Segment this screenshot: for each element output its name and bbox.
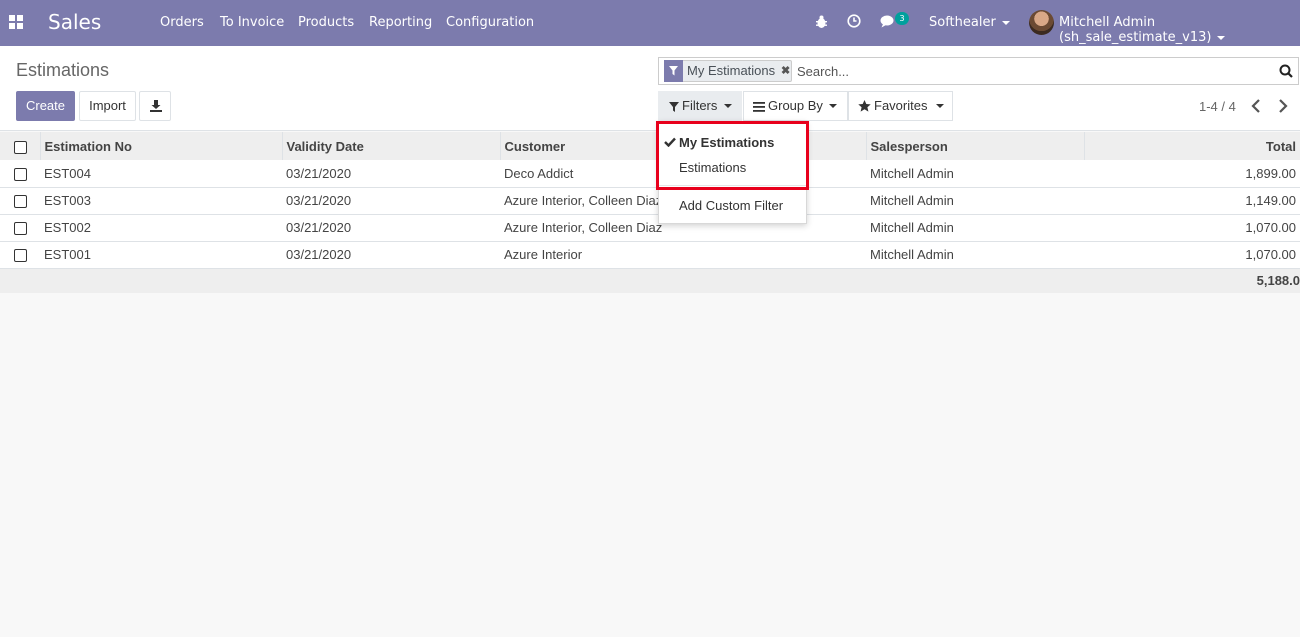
cell-validity-date: 03/21/2020 (286, 193, 352, 208)
download-icon (150, 100, 162, 112)
create-button[interactable]: Create (16, 91, 75, 121)
select-all-checkbox[interactable] (0, 132, 41, 160)
bug-icon[interactable] (815, 15, 828, 29)
star-icon (858, 100, 871, 112)
list-icon (753, 102, 765, 112)
filter-icon (669, 102, 679, 112)
menu-reporting[interactable]: Reporting (369, 15, 432, 30)
chevron-right-icon[interactable] (1278, 99, 1288, 113)
column-validity-date[interactable]: Validity Date (282, 132, 501, 160)
cell-customer: Azure Interior (504, 247, 583, 262)
cell-estimation-no: EST004 (44, 165, 91, 181)
clock-icon[interactable] (847, 14, 861, 28)
menu-to-invoice[interactable]: To Invoice (220, 15, 284, 30)
row-checkbox[interactable] (0, 241, 40, 268)
chevron-down-icon (1217, 35, 1226, 40)
chevron-left-icon[interactable] (1251, 99, 1261, 113)
favorites-dropdown-toggle[interactable]: Favorites (848, 91, 953, 121)
avatar[interactable] (1029, 10, 1054, 35)
estimations-table: Estimation No Validity Date Customer Sal… (0, 132, 1300, 293)
import-button[interactable]: Import (79, 91, 136, 121)
cell-total: 1,070.00 (1245, 220, 1296, 235)
filter-icon (664, 60, 683, 82)
app-name[interactable]: Sales (48, 10, 101, 34)
user-name: Mitchell Admin (sh_sale_estimate_v13) (1059, 15, 1212, 45)
menu-orders[interactable]: Orders (160, 15, 204, 30)
add-custom-filter[interactable]: Add Custom Filter (679, 198, 783, 213)
column-salesperson[interactable]: Salesperson (866, 132, 1085, 160)
company-switcher[interactable]: Softhealer (929, 15, 1010, 30)
table-row[interactable]: EST002 03/21/2020 Azure Interior, Collee… (0, 214, 1300, 241)
page-title: Estimations (16, 60, 110, 80)
row-checkbox[interactable] (0, 214, 40, 241)
annotation-highlight-box (656, 121, 809, 190)
cell-estimation-no: EST002 (44, 220, 91, 235)
row-checkbox[interactable] (0, 187, 40, 214)
footer-total: 5,188.0 (1256, 273, 1300, 289)
cell-total: 1,149.00 (1245, 193, 1296, 208)
cell-salesperson: Mitchell Admin (870, 165, 954, 181)
table-row[interactable]: EST003 03/21/2020 Azure Interior, Collee… (0, 187, 1300, 214)
table-row[interactable]: EST004 03/21/2020 Deco Addict Mitchell A… (0, 160, 1300, 187)
pager-value[interactable]: 1-4 / 4 (1199, 99, 1236, 114)
groupby-dropdown-toggle[interactable]: Group By (743, 91, 848, 121)
top-navbar: Sales Orders To Invoice Products Reporti… (0, 0, 1300, 46)
favorites-label: Favorites (874, 98, 928, 113)
menu-products[interactable]: Products (298, 15, 354, 30)
filters-dropdown-toggle[interactable]: Filters (658, 91, 742, 121)
cell-validity-date: 03/21/2020 (286, 220, 352, 235)
search-facet[interactable]: My Estimations ✖ (664, 60, 792, 82)
apps-grid-icon[interactable] (9, 15, 23, 29)
search-bar[interactable]: My Estimations ✖ (658, 57, 1299, 85)
column-estimation-no[interactable]: Estimation No (40, 132, 283, 160)
cell-validity-date: 03/21/2020 (286, 247, 352, 262)
table-row[interactable]: EST001 03/21/2020 Azure Interior Mitchel… (0, 241, 1300, 268)
cell-total: 1,899.00 (1245, 165, 1296, 181)
user-menu[interactable]: Mitchell Admin (sh_sale_estimate_v13) (1059, 15, 1300, 45)
table-header-row: Estimation No Validity Date Customer Sal… (0, 132, 1300, 160)
column-total[interactable]: Total (1084, 132, 1300, 160)
menu-configuration[interactable]: Configuration (446, 15, 534, 30)
company-name: Softhealer (929, 15, 996, 30)
search-input[interactable] (797, 61, 1267, 81)
chevron-down-icon (936, 104, 944, 108)
download-button[interactable] (139, 91, 171, 121)
close-icon[interactable]: ✖ (781, 61, 790, 81)
chevron-down-icon (1001, 20, 1010, 25)
cell-estimation-no: EST001 (44, 247, 91, 262)
cell-salesperson: Mitchell Admin (870, 193, 954, 208)
cell-salesperson: Mitchell Admin (870, 220, 954, 235)
cell-validity-date: 03/21/2020 (286, 165, 352, 181)
facet-label: My Estimations (687, 63, 776, 78)
chevron-down-icon (724, 104, 732, 108)
chat-icon[interactable] (880, 15, 896, 28)
control-panel: Estimations Create Import My Estimations… (0, 46, 1300, 131)
filters-label: Filters (682, 98, 718, 113)
row-checkbox[interactable] (0, 160, 40, 187)
table-footer-row: 5,188.0 (0, 268, 1300, 293)
chevron-down-icon (829, 104, 837, 108)
groupby-label: Group By (768, 98, 823, 113)
chat-count-badge: 3 (895, 12, 909, 25)
list-view: Estimation No Validity Date Customer Sal… (0, 132, 1300, 293)
cell-total: 1,070.00 (1245, 247, 1296, 262)
cell-salesperson: Mitchell Admin (870, 247, 954, 262)
search-icon[interactable] (1279, 64, 1293, 78)
cell-estimation-no: EST003 (44, 193, 91, 208)
